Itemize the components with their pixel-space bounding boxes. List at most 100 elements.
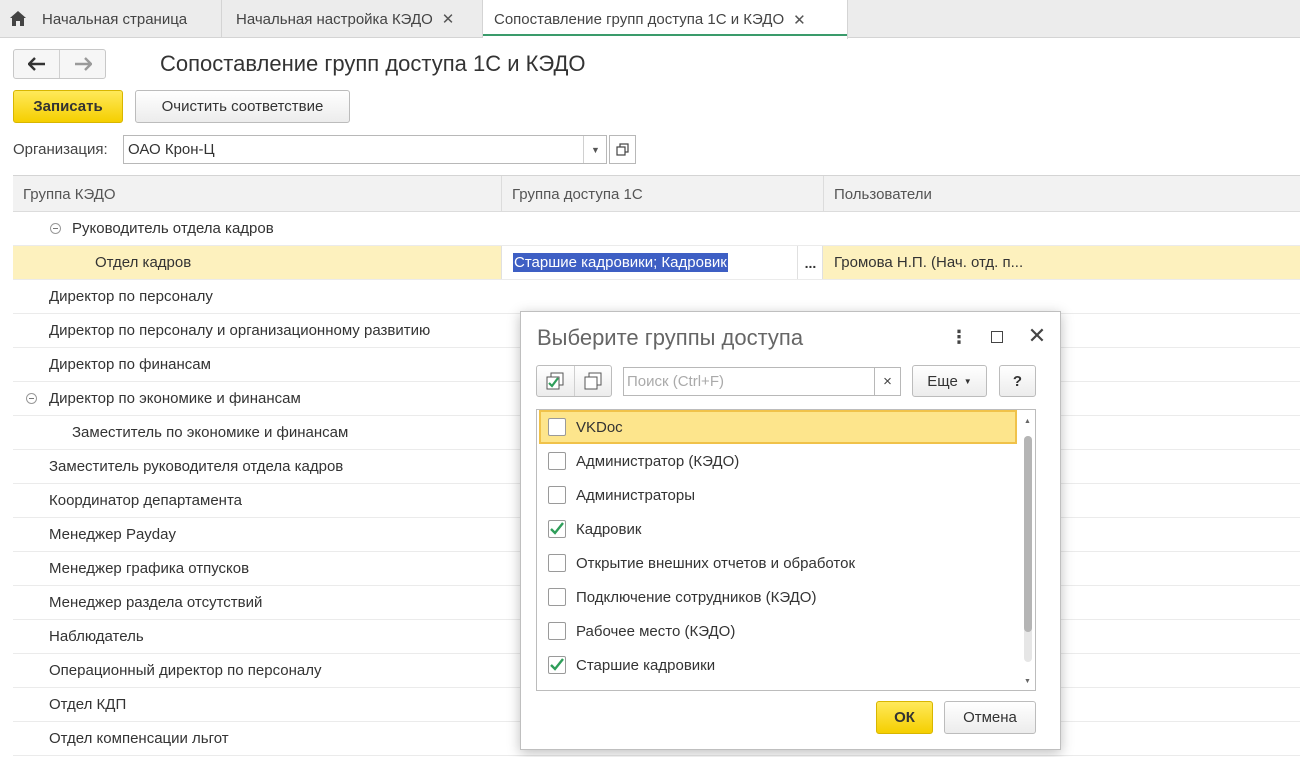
row-users: Громова Н.П. (Нач. отд. п... <box>834 254 1024 271</box>
access-group-value[interactable]: Старшие кадровики; Кадровик <box>513 253 728 272</box>
checkbox[interactable] <box>548 554 566 572</box>
row-kedo-group: Менеджер раздела отсутствий <box>49 594 263 611</box>
check-icon <box>550 522 564 535</box>
row-kedo-group: Менеджер графика отпусков <box>49 560 250 577</box>
search-placeholder: Поиск (Ctrl+F) <box>627 373 724 390</box>
list-item-label: Администраторы <box>576 486 696 504</box>
help-button[interactable]: ? <box>999 365 1036 397</box>
tab-home[interactable]: Начальная страница <box>0 0 222 38</box>
organization-value: ОАО Крон-Ц <box>128 141 215 158</box>
clear-search-button[interactable]: × <box>874 367 901 396</box>
checkbox[interactable] <box>548 486 566 504</box>
open-organization-button[interactable] <box>609 135 636 164</box>
checkbox[interactable] <box>548 622 566 640</box>
row-kedo-group: Директор по экономике и финансам <box>49 390 301 407</box>
tab-bar: Начальная страница Начальная настройка К… <box>0 0 1300 39</box>
column-header-users[interactable]: Пользователи <box>824 176 1300 212</box>
close-icon[interactable]: ✕ <box>793 11 806 29</box>
dialog-title: Выберите группы доступа <box>537 325 804 350</box>
close-icon[interactable]: ✕ <box>1028 323 1046 348</box>
list-item[interactable]: Администраторы <box>539 478 1017 512</box>
row-kedo-group: Наблюдатель <box>49 628 144 645</box>
row-kedo-group: Заместитель руководителя отдела кадров <box>49 458 344 475</box>
row-kedo-group: Менеджер Payday <box>49 526 176 543</box>
cancel-button[interactable]: Отмена <box>944 701 1036 734</box>
page-title: Сопоставление групп доступа 1С и КЭДО <box>160 51 586 76</box>
select-button[interactable]: ... <box>797 246 823 279</box>
select-access-groups-dialog: Выберите группы доступа ⋮ ✕ Поиск (Ctrl+… <box>520 311 1061 750</box>
list-item[interactable]: VKDoc <box>539 410 1017 444</box>
more-button[interactable]: Еще ▼ <box>912 365 987 397</box>
scrollbar[interactable]: ▲ ▼ <box>1020 410 1035 690</box>
access-group-cell[interactable]: Старшие кадровики; Кадровик <box>501 246 823 279</box>
list-item-label: Кадровик <box>576 520 642 538</box>
row-kedo-group: Отдел КДП <box>49 696 127 713</box>
close-icon[interactable]: ✕ <box>442 10 455 28</box>
back-button[interactable] <box>14 50 59 78</box>
chevron-down-icon: ▼ <box>591 144 600 155</box>
save-button[interactable]: Записать <box>13 90 123 123</box>
tab-kedo-setup[interactable]: Начальная настройка КЭДО ✕ <box>222 0 483 38</box>
list-item[interactable]: Подключение сотрудников (КЭДО) <box>539 580 1017 614</box>
table-row[interactable]: Руководитель отдела кадров <box>13 212 1300 246</box>
checkbox[interactable] <box>548 418 566 436</box>
checkbox-checked[interactable] <box>548 656 566 674</box>
list-item[interactable]: Старшие кадровики <box>539 648 1017 682</box>
collapse-icon[interactable] <box>50 223 61 234</box>
list-item-label: Подключение сотрудников (КЭДО) <box>576 588 817 606</box>
scroll-up-icon[interactable]: ▲ <box>1020 414 1035 428</box>
row-kedo-group: Директор по персоналу и организационному… <box>49 322 431 339</box>
tab-access-mapping[interactable]: Сопоставление групп доступа 1С и КЭДО ✕ <box>483 0 848 39</box>
collapse-icon[interactable] <box>26 393 37 404</box>
arrow-right-icon <box>74 57 92 71</box>
access-groups-list: VKDoc Администратор (КЭДО) Администратор… <box>536 409 1036 691</box>
tab-access-mapping-label: Сопоставление групп доступа 1С и КЭДО <box>494 11 785 28</box>
tab-home-label: Начальная страница <box>42 10 188 28</box>
list-item-label: Старшие кадровики <box>576 656 716 674</box>
clear-mapping-button[interactable]: Очистить соответствие <box>135 90 350 123</box>
list-item[interactable]: Администратор (КЭДО) <box>539 444 1017 478</box>
check-icon <box>550 658 564 671</box>
ok-button[interactable]: ОК <box>876 701 933 734</box>
uncheck-all-icon <box>584 372 602 390</box>
open-window-icon <box>616 143 629 156</box>
uncheck-all-button[interactable] <box>573 366 612 396</box>
selection-tools <box>536 365 612 397</box>
arrow-left-icon <box>27 57 45 71</box>
row-kedo-group: Директор по финансам <box>49 356 211 373</box>
dropdown-button[interactable]: ▼ <box>583 136 607 163</box>
organization-label: Организация: <box>13 141 108 158</box>
forward-button[interactable] <box>59 50 105 78</box>
list-item-label: Открытие внешних отчетов и обработок <box>576 554 856 572</box>
search-input[interactable]: Поиск (Ctrl+F) <box>623 367 875 396</box>
column-header-kedo-group[interactable]: Группа КЭДО <box>13 176 502 212</box>
list-item-label: Рабочее место (КЭДО) <box>576 622 736 640</box>
scroll-down-icon[interactable]: ▼ <box>1020 674 1035 688</box>
row-kedo-group: Руководитель отдела кадров <box>72 220 274 237</box>
scroll-thumb[interactable] <box>1024 436 1032 632</box>
checkbox[interactable] <box>548 588 566 606</box>
more-label: Еще <box>927 372 958 390</box>
chevron-down-icon: ▼ <box>963 376 972 386</box>
row-kedo-group: Директор по персоналу <box>49 288 213 305</box>
row-kedo-group: Операционный директор по персоналу <box>49 662 322 679</box>
checkbox-checked[interactable] <box>548 520 566 538</box>
list-item[interactable]: Кадровик <box>539 512 1017 546</box>
check-all-button[interactable] <box>537 366 574 396</box>
row-kedo-group: Отдел компенсации льгот <box>49 730 229 747</box>
table-row-selected[interactable]: Отдел кадров Старшие кадровики; Кадровик… <box>13 246 1300 280</box>
table-row[interactable]: Директор по персоналу <box>13 280 1300 314</box>
row-kedo-group: Координатор департамента <box>49 492 243 509</box>
row-kedo-group: Отдел кадров <box>95 254 192 271</box>
list-item[interactable]: Рабочее место (КЭДО) <box>539 614 1017 648</box>
column-header-access-group[interactable]: Группа доступа 1С <box>502 176 824 212</box>
list-item[interactable]: Открытие внешних отчетов и обработок <box>539 546 1017 580</box>
organization-input[interactable]: ОАО Крон-Ц <box>123 135 607 164</box>
checkbox[interactable] <box>548 452 566 470</box>
more-vertical-icon[interactable]: ⋮ <box>950 326 968 348</box>
check-all-icon <box>546 372 564 390</box>
tab-kedo-setup-label: Начальная настройка КЭДО <box>236 10 433 28</box>
history-nav <box>13 49 106 79</box>
maximize-icon[interactable] <box>991 331 1003 343</box>
table-header: Группа КЭДО Группа доступа 1С Пользовате… <box>13 176 1300 212</box>
